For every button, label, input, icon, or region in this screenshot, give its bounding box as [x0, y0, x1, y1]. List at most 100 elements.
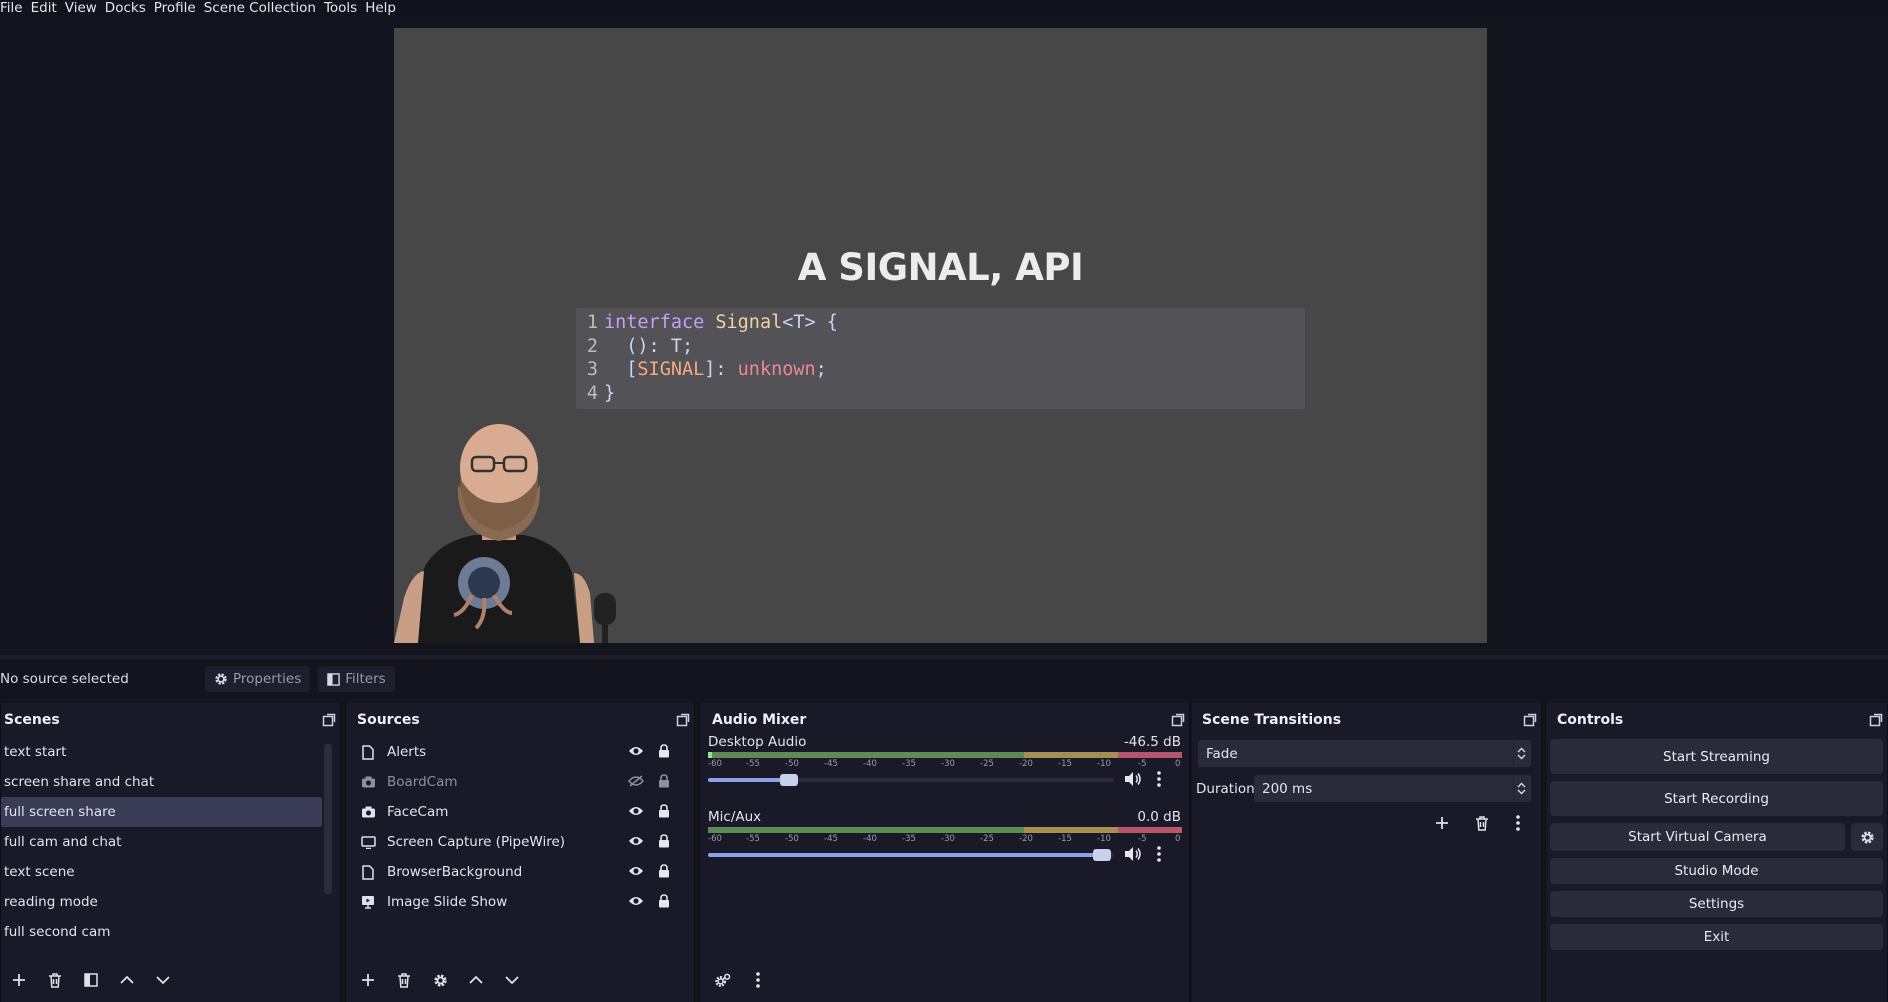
menu-help[interactable]: Help — [363, 0, 402, 17]
scene-item-text-start[interactable]: text start — [1, 737, 322, 767]
preview-area: A SIGNAL, API 1 interface Signal <T> { 2 … — [0, 17, 1888, 655]
eye-icon[interactable] — [628, 835, 644, 847]
menu-scene-collection[interactable]: Scene Collection — [202, 0, 322, 17]
filter-icon — [84, 973, 98, 987]
monitor-icon — [360, 835, 376, 849]
transition-select[interactable]: Fade — [1198, 740, 1531, 767]
scene-list: text start screen share and chat full sc… — [1, 737, 340, 947]
volume-slider[interactable] — [708, 849, 1114, 861]
duration-value: 200 ms — [1262, 780, 1313, 797]
start-virtual-camera-button[interactable]: Start Virtual Camera — [1550, 823, 1845, 851]
tick-label: -60 — [708, 759, 722, 769]
duration-spinbox[interactable]: 200 ms — [1254, 775, 1531, 802]
source-status-text: No source selected — [0, 671, 129, 687]
speaker-icon[interactable] — [1124, 771, 1142, 787]
add-transition-icon[interactable] — [1435, 816, 1449, 830]
undock-icon[interactable] — [1171, 713, 1185, 727]
tick-label: -15 — [1058, 759, 1072, 769]
file-icon — [362, 744, 374, 760]
lock-icon[interactable] — [658, 864, 670, 878]
code-type: unknown — [737, 359, 816, 380]
source-toolbar: No source selected Properties Filters — [0, 659, 1888, 699]
settings-button[interactable]: Settings — [1550, 891, 1883, 917]
channel-name: Desktop Audio — [708, 734, 807, 750]
lock-icon[interactable] — [658, 834, 670, 848]
scene-item-full-screen-share[interactable]: full screen share — [1, 797, 322, 827]
tick-label: -25 — [980, 834, 994, 844]
undock-icon[interactable] — [1869, 713, 1883, 727]
more-options-icon[interactable] — [1156, 846, 1162, 862]
scene-filters-button[interactable] — [73, 965, 109, 995]
exit-button[interactable]: Exit — [1550, 924, 1883, 950]
studio-mode-button[interactable]: Studio Mode — [1550, 858, 1883, 884]
scene-list-scrollbar[interactable] — [324, 744, 332, 894]
undock-icon[interactable] — [676, 713, 690, 727]
speaker-icon[interactable] — [1124, 846, 1142, 862]
preview-canvas[interactable]: A SIGNAL, API 1 interface Signal <T> { 2 … — [394, 28, 1487, 643]
scene-item-reading-mode[interactable]: reading mode — [1, 887, 322, 917]
eye-icon[interactable] — [628, 865, 644, 877]
undock-icon[interactable] — [1523, 713, 1537, 727]
add-source-button[interactable] — [350, 965, 386, 995]
source-item-boardcam[interactable]: BoardCam — [346, 767, 694, 797]
move-source-up-button[interactable] — [458, 965, 494, 995]
volume-meter — [708, 827, 1182, 833]
volume-slider-thumb[interactable] — [780, 774, 799, 786]
camera-icon — [361, 776, 375, 788]
move-source-down-button[interactable] — [494, 965, 530, 995]
eye-icon[interactable] — [628, 745, 644, 757]
lock-icon[interactable] — [658, 804, 670, 818]
source-item-alerts[interactable]: Alerts — [346, 737, 694, 767]
tick-label: -15 — [1058, 834, 1072, 844]
source-properties-button[interactable] — [422, 965, 458, 995]
menu-profile[interactable]: Profile — [152, 0, 202, 17]
source-item-image-slide-show[interactable]: Image Slide Show — [346, 887, 694, 917]
tick-label: -20 — [1019, 759, 1033, 769]
scene-item-full-cam-and-chat[interactable]: full cam and chat — [1, 827, 322, 857]
volume-meter — [708, 752, 1182, 758]
add-scene-button[interactable] — [1, 965, 37, 995]
scene-item-text-scene[interactable]: text scene — [1, 857, 322, 887]
chevron-up-icon — [120, 975, 134, 984]
menu-file[interactable]: File — [0, 0, 29, 17]
volume-slider-thumb[interactable] — [1092, 849, 1111, 861]
mixer-toolbar — [700, 958, 1189, 1002]
more-options-icon[interactable] — [755, 972, 761, 988]
source-item-browserbackground[interactable]: BrowserBackground — [346, 857, 694, 887]
move-scene-down-button[interactable] — [145, 965, 181, 995]
more-options-icon[interactable] — [1515, 815, 1521, 831]
start-streaming-button[interactable]: Start Streaming — [1550, 739, 1883, 774]
undock-icon[interactable] — [322, 713, 336, 727]
tick-label: -50 — [785, 834, 799, 844]
advanced-audio-gear-icon[interactable] — [714, 973, 731, 988]
scene-item-full-second-cam[interactable]: full second cam — [1, 917, 322, 947]
eye-off-icon[interactable] — [628, 775, 644, 787]
lock-icon[interactable] — [658, 744, 670, 758]
scene-item-screen-share-and-chat[interactable]: screen share and chat — [1, 767, 322, 797]
move-scene-up-button[interactable] — [109, 965, 145, 995]
filters-label: Filters — [345, 671, 386, 687]
spin-arrows-icon[interactable] — [1513, 777, 1529, 800]
remove-scene-button[interactable] — [37, 965, 73, 995]
source-item-facecam[interactable]: FaceCam — [346, 797, 694, 827]
start-recording-button[interactable]: Start Recording — [1550, 781, 1883, 816]
eye-icon[interactable] — [628, 895, 644, 907]
virtual-camera-settings-button[interactable] — [1851, 823, 1883, 851]
menu-view[interactable]: View — [63, 0, 103, 17]
menu-tools[interactable]: Tools — [322, 0, 363, 17]
transition-select-value: Fade — [1206, 745, 1238, 762]
remove-transition-icon[interactable] — [1475, 815, 1489, 831]
more-options-icon[interactable] — [1156, 771, 1162, 787]
remove-source-button[interactable] — [386, 965, 422, 995]
eye-icon[interactable] — [628, 805, 644, 817]
menu-edit[interactable]: Edit — [29, 0, 63, 17]
code-text: ]: — [704, 359, 738, 380]
lock-icon[interactable] — [658, 774, 670, 788]
filters-button[interactable]: Filters — [318, 666, 395, 692]
lock-icon[interactable] — [658, 894, 670, 908]
menu-docks[interactable]: Docks — [103, 0, 152, 17]
volume-slider[interactable] — [708, 774, 1114, 786]
filter-icon — [327, 672, 341, 686]
properties-button[interactable]: Properties — [205, 666, 311, 692]
source-item-screen-capture[interactable]: Screen Capture (PipeWire) — [346, 827, 694, 857]
